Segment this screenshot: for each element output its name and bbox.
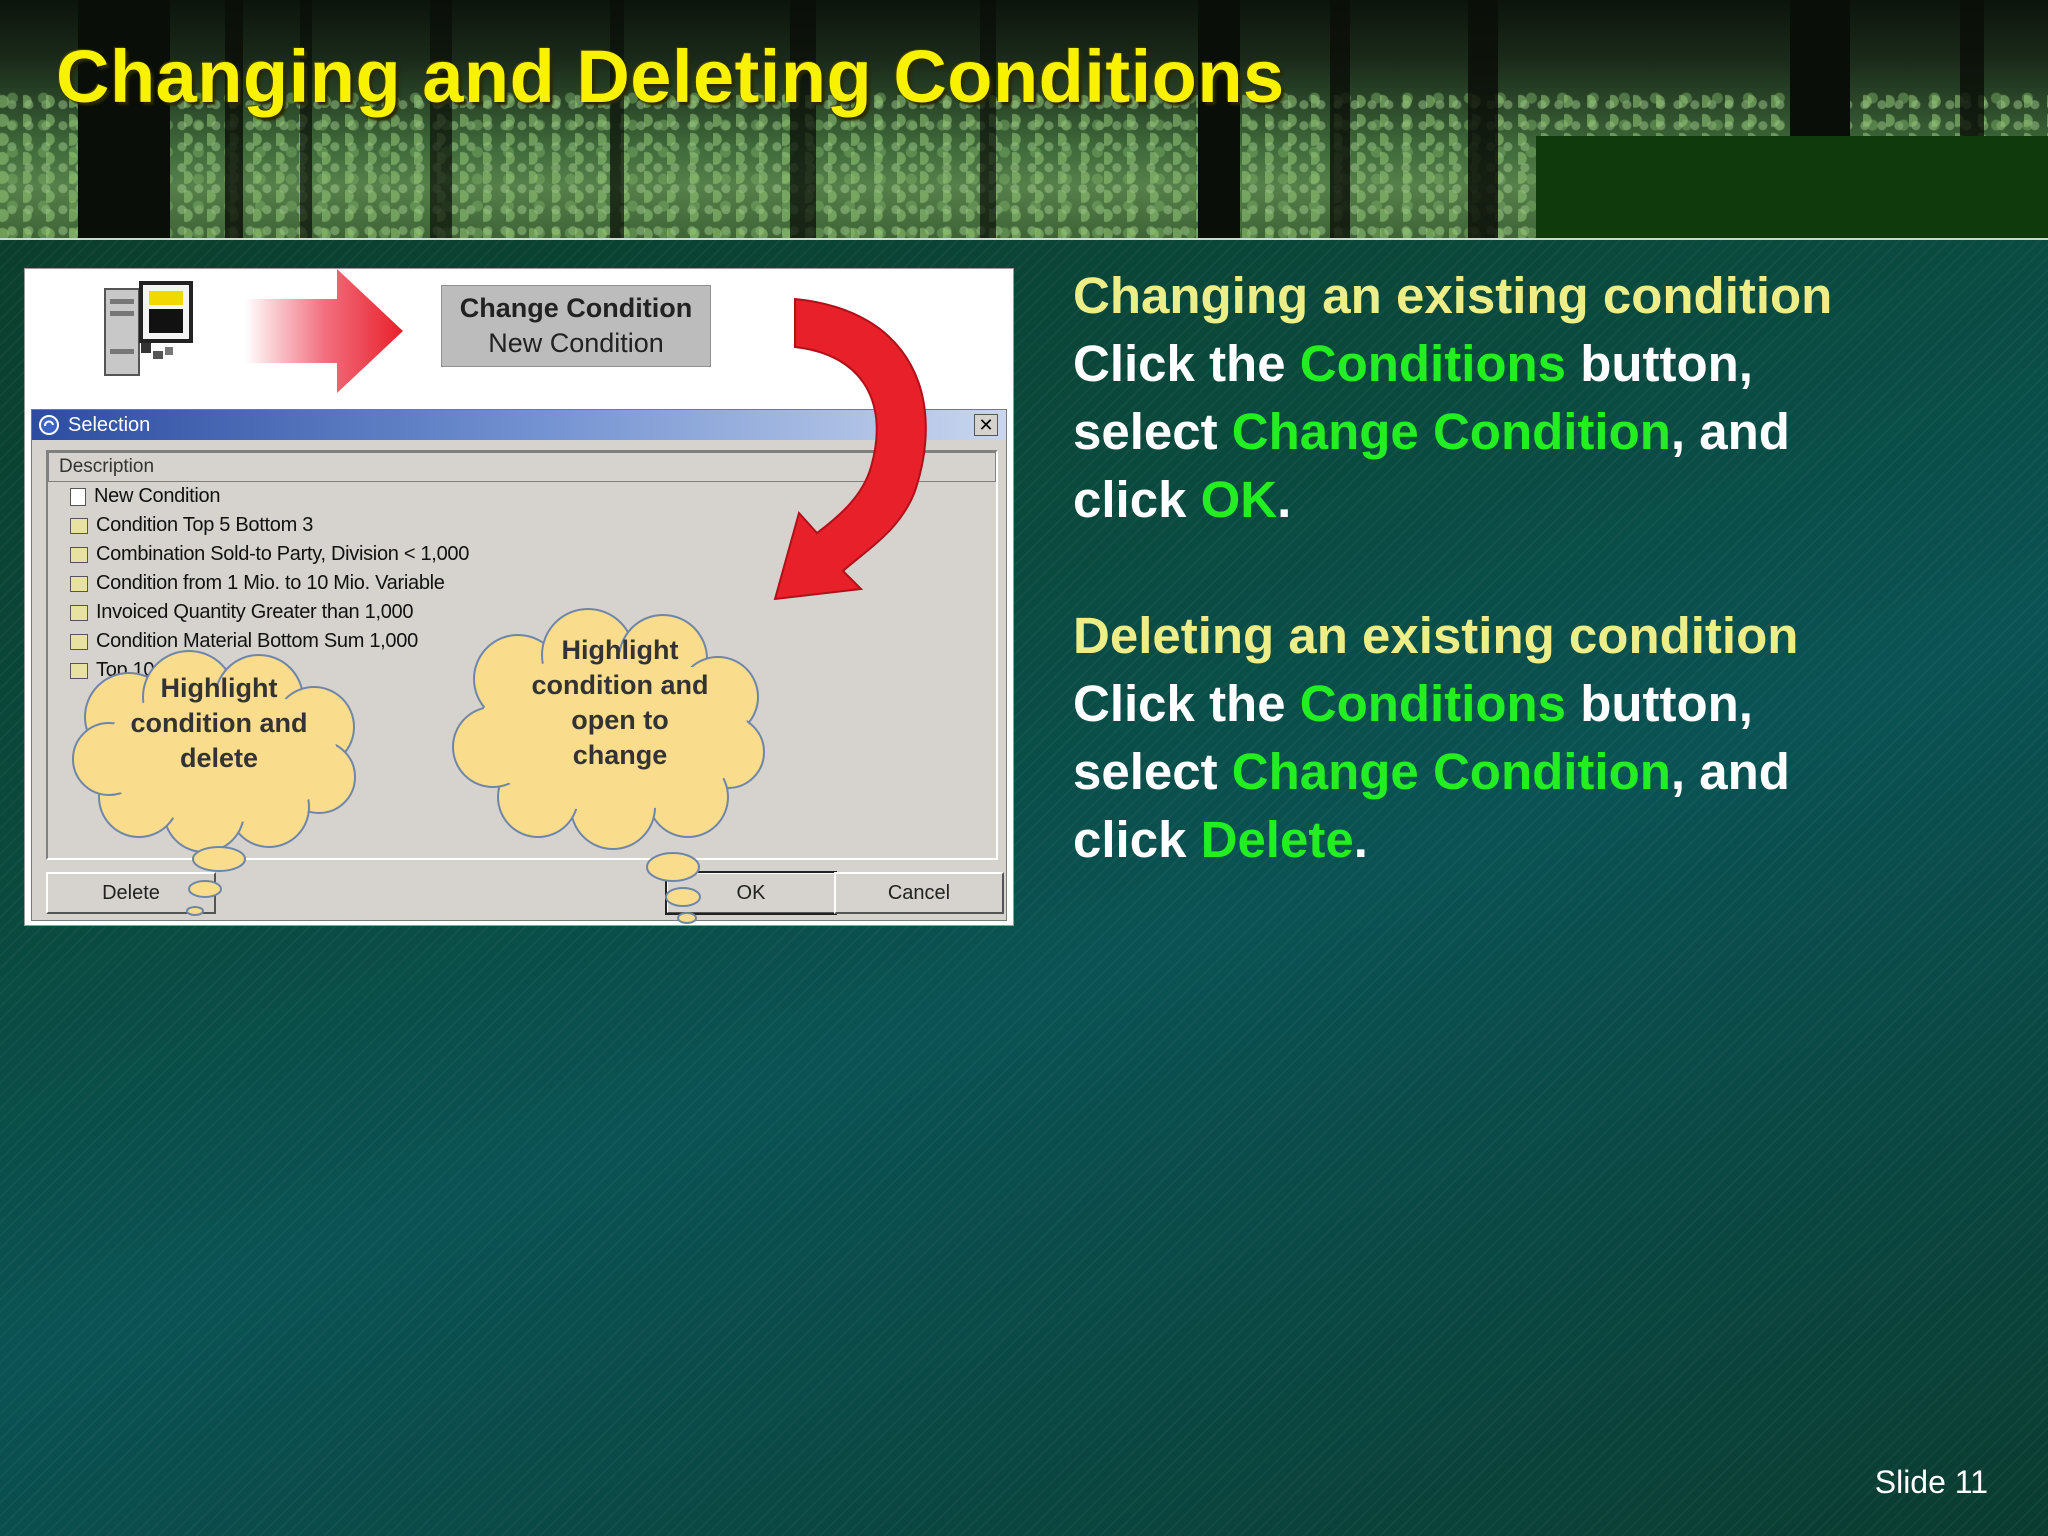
condition-node-icon: [70, 575, 88, 592]
text: .: [1277, 471, 1292, 528]
text: button,: [1566, 675, 1753, 732]
keyword-change-condition: Change Condition: [1231, 403, 1671, 460]
keyword-delete: Delete: [1200, 811, 1354, 868]
callout-line: delete: [179, 743, 259, 773]
list-item-label: Condition from 1 Mio. to 10 Mio. Variabl…: [96, 572, 445, 594]
changing-line-2: select Change Condition, and: [1073, 398, 2013, 466]
list-item-label: Invoiced Quantity Greater than 1,000: [96, 601, 414, 623]
close-icon[interactable]: ✕: [974, 414, 998, 436]
callout-line: Highlight: [160, 673, 278, 703]
callout-line: change: [572, 740, 668, 770]
computer-icon: [104, 281, 193, 376]
text: , and: [1670, 403, 1790, 460]
list-item-label: Condition Top 5 Bottom 3: [96, 514, 314, 536]
text: click: [1073, 471, 1201, 528]
dialog-app-icon: [39, 415, 59, 435]
text: select: [1073, 403, 1232, 460]
callout-change-text: Highlight condition and open to change: [495, 633, 745, 773]
slide-title: Changing and Deleting Conditions: [56, 35, 1285, 118]
list-item-label: New Condition: [94, 485, 221, 507]
document-icon: [70, 487, 86, 506]
dialog-screenshot-figure: Change Condition New Condition Selection…: [24, 268, 1014, 926]
text: click: [1073, 811, 1201, 868]
keyword-ok: OK: [1200, 471, 1278, 528]
text: , and: [1670, 743, 1790, 800]
banner-dark-panel: [1536, 136, 2048, 238]
keyword-conditions: Conditions: [1299, 335, 1567, 392]
changing-heading: Changing an existing condition: [1073, 267, 1833, 324]
condition-node-icon: [70, 604, 88, 621]
keyword-change-condition: Change Condition: [1231, 743, 1671, 800]
condition-node-icon: [70, 517, 88, 534]
cancel-button[interactable]: Cancel: [834, 872, 1004, 914]
slide-number: Slide 11: [1874, 1464, 1988, 1500]
dialog-title: Selection: [68, 413, 151, 436]
keyword-conditions: Conditions: [1299, 675, 1567, 732]
tree-trunk: [1468, 0, 1498, 238]
text: select: [1073, 743, 1232, 800]
instructions-panel: Changing an existing condition Click the…: [1073, 262, 2013, 874]
change-condition-button-group: Change Condition New Condition: [441, 285, 711, 367]
deleting-line-1: Click the Conditions button,: [1073, 670, 2013, 738]
text: Click the: [1073, 675, 1300, 732]
arrow-right-icon: [245, 269, 403, 393]
deleting-heading: Deleting an existing condition: [1073, 607, 1799, 664]
new-condition-label: New Condition: [488, 328, 664, 358]
changing-line-3: click OK.: [1073, 466, 2013, 534]
callout-line: Highlight: [561, 635, 679, 665]
list-item-label: Combination Sold-to Party, Division < 1,…: [96, 543, 470, 565]
curved-arrow-icon: [773, 297, 927, 601]
text: .: [1353, 811, 1368, 868]
deleting-line-2: select Change Condition, and: [1073, 738, 2013, 806]
callout-delete-text: Highlight condition and delete: [109, 671, 329, 776]
tree-trunk: [1330, 0, 1350, 238]
deleting-line-3: click Delete.: [1073, 806, 2013, 874]
change-condition-label: Change Condition: [459, 293, 693, 323]
text: button,: [1566, 335, 1753, 392]
condition-node-icon: [70, 546, 88, 563]
text: Click the: [1073, 335, 1300, 392]
callout-line: open to: [571, 705, 669, 735]
changing-line-1: Click the Conditions button,: [1073, 330, 2013, 398]
callout-line: condition and: [130, 708, 308, 738]
callout-line: condition and: [531, 670, 709, 700]
